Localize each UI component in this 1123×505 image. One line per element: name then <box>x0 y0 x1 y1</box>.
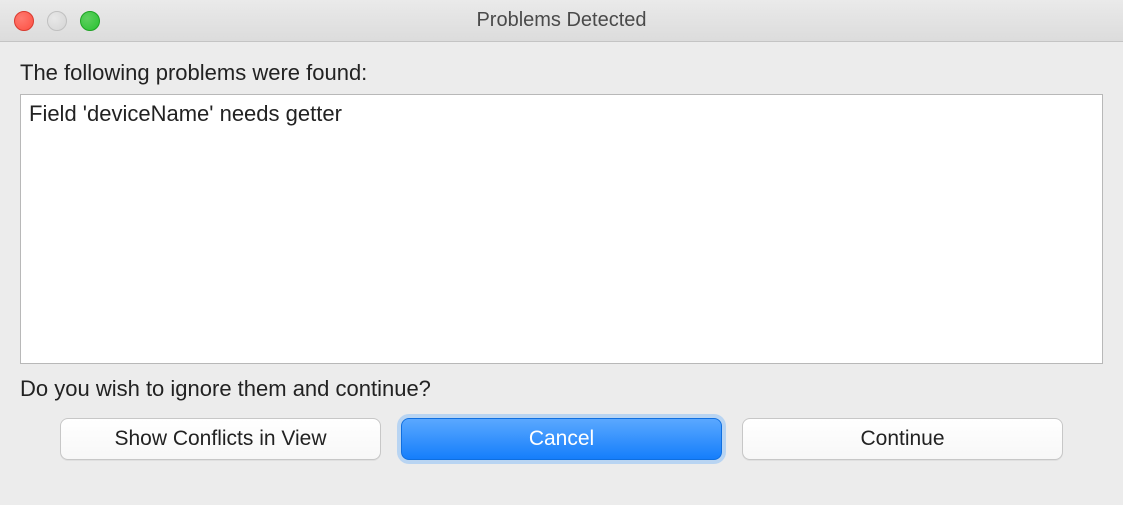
window-title: Problems Detected <box>0 9 1123 32</box>
problem-item[interactable]: Field 'deviceName' needs getter <box>29 101 1094 127</box>
continue-button[interactable]: Continue <box>742 418 1063 460</box>
minimize-icon[interactable] <box>47 11 67 31</box>
zoom-icon[interactable] <box>80 11 100 31</box>
button-row: Show Conflicts in View Cancel Continue <box>0 418 1123 478</box>
cancel-button[interactable]: Cancel <box>401 418 722 460</box>
confirm-prompt: Do you wish to ignore them and continue? <box>20 376 1103 402</box>
show-conflicts-button[interactable]: Show Conflicts in View <box>60 418 381 460</box>
dialog-content: The following problems were found: Field… <box>0 42 1123 402</box>
traffic-lights <box>14 11 100 31</box>
close-icon[interactable] <box>14 11 34 31</box>
problems-heading: The following problems were found: <box>20 60 1103 86</box>
problems-list[interactable]: Field 'deviceName' needs getter <box>20 94 1103 364</box>
titlebar: Problems Detected <box>0 0 1123 42</box>
